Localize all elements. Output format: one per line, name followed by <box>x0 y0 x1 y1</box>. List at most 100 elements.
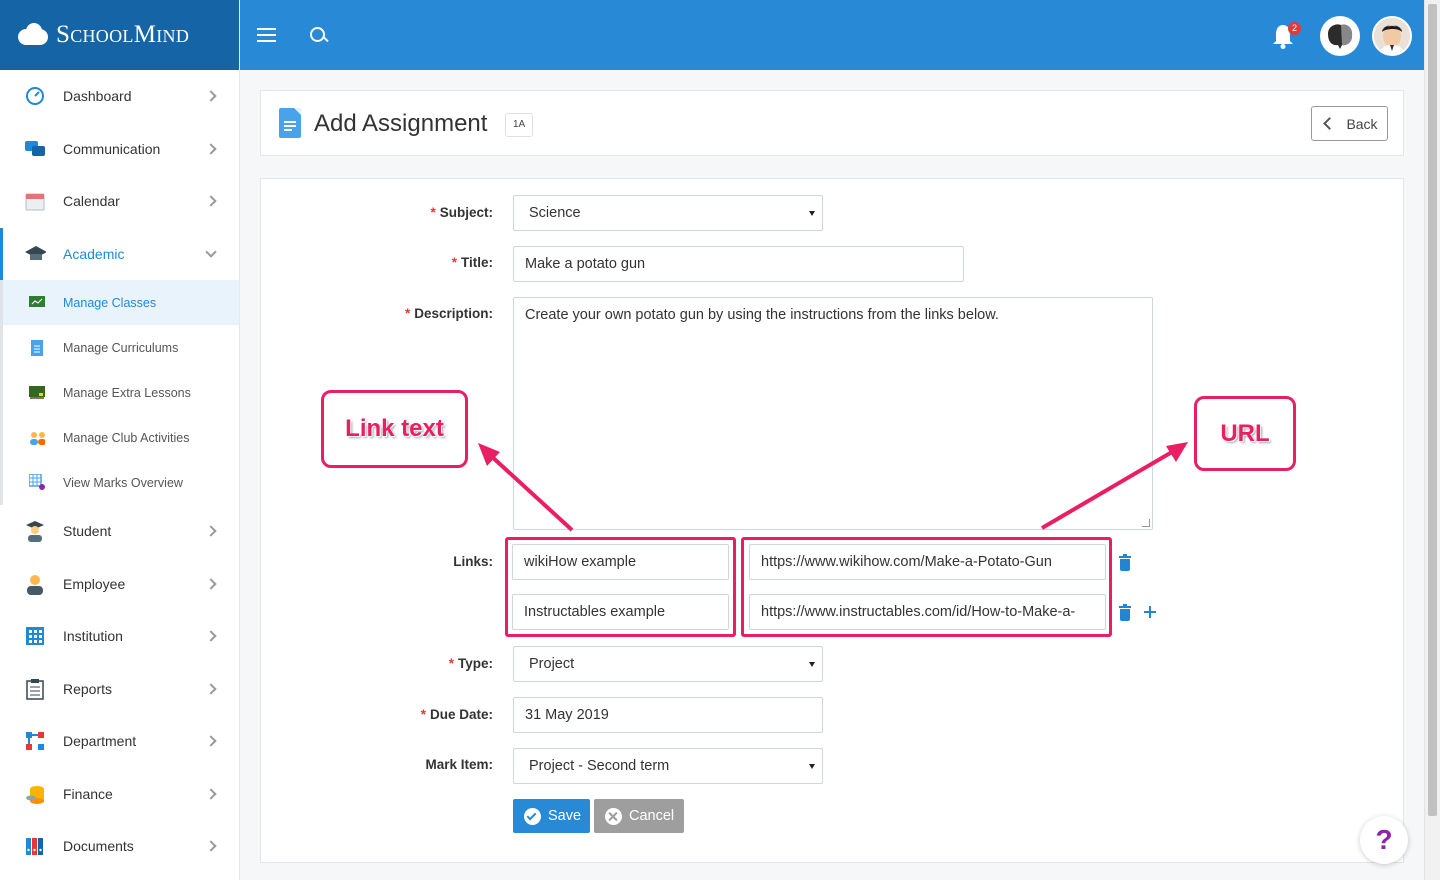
mark-item-select[interactable]: Project - Second term <box>513 748 823 784</box>
page-header: Add Assignment 1A Back <box>260 90 1404 156</box>
sidebar-subitem-view-marks-overview[interactable]: View Marks Overview <box>3 460 239 505</box>
link-text-input[interactable]: wikiHow example <box>512 544 729 580</box>
sidebar-subitem-manage-club-activities[interactable]: Manage Club Activities <box>3 415 239 460</box>
chevron-right-icon <box>205 788 217 800</box>
student-icon <box>24 520 46 543</box>
save-button-label: Save <box>548 808 582 824</box>
graduation-cap-icon <box>24 243 46 265</box>
sidebar-item-label: Dashboard <box>63 88 132 105</box>
sidebar-item-reports[interactable]: Reports <box>0 663 239 716</box>
notifications-bell-icon[interactable]: 2 <box>1270 22 1301 50</box>
sidebar-item-label: Institution <box>63 628 123 645</box>
grid-search-icon <box>29 474 45 491</box>
sidebar-item-label: Documents <box>63 838 134 855</box>
description-textarea[interactable]: Create your own potato gun by using the … <box>513 297 1153 530</box>
chevron-right-icon <box>205 735 217 747</box>
back-button-label: Back <box>1346 115 1378 132</box>
building-grid-icon <box>24 625 46 647</box>
chevron-right-icon <box>205 143 217 155</box>
close-circle-icon <box>605 807 622 825</box>
sidebar-item-label: Finance <box>63 785 113 802</box>
sidebar-item-label: Reports <box>63 680 113 697</box>
subject-label: * Subject: <box>430 205 493 220</box>
description-label: * Description: <box>404 306 493 321</box>
class-badge: 1A <box>505 113 534 137</box>
chevron-down-icon <box>205 246 217 258</box>
sidebar-item-label: Calendar <box>63 193 120 210</box>
back-button[interactable]: Back <box>1311 106 1388 141</box>
title-label: * Title: <box>451 255 493 270</box>
page-scrollbar[interactable] <box>1424 0 1440 880</box>
due-date-input[interactable]: 31 May 2019 <box>513 697 823 733</box>
type-select[interactable]: Project <box>513 646 823 682</box>
sidebar-subitem-manage-extra-lessons[interactable]: Manage Extra Lessons <box>3 370 239 415</box>
sidebar-item-label: Communication <box>63 140 161 157</box>
sidebar-subitem-label: Manage Curriculums <box>63 340 179 355</box>
sidebar-item-label: Academic <box>63 245 125 262</box>
document-list-icon <box>29 339 45 356</box>
chevron-right-icon <box>205 578 217 590</box>
subject-select[interactable]: Science <box>513 195 823 231</box>
link-text-input[interactable]: Instructables example <box>512 594 729 630</box>
sidebar-subitem-label: Manage Extra Lessons <box>63 385 191 400</box>
notification-count-badge: 2 <box>1288 22 1301 35</box>
assignment-form: * Subject: Science * Title: Make a potato … <box>260 178 1404 863</box>
page-title: Add Assignment <box>314 110 488 137</box>
scrollbar-thumb[interactable] <box>1428 4 1437 816</box>
top-bar: 2 <box>240 0 1424 70</box>
sidebar-subitem-manage-classes[interactable]: Manage Classes <box>3 280 239 325</box>
chevron-right-icon <box>205 630 217 642</box>
chat-bubbles-icon <box>24 138 46 160</box>
sidebar-item-institution[interactable]: Institution <box>0 610 239 663</box>
sidebar-item-student[interactable]: Student <box>0 505 239 558</box>
save-button[interactable]: Save <box>513 799 590 833</box>
group-people-icon <box>29 430 45 446</box>
link-url-input[interactable]: https://www.instructables.com/id/How-to-… <box>749 594 1106 630</box>
sidebar-item-label: Student <box>63 523 112 540</box>
sidebar-subitem-label: View Marks Overview <box>63 475 183 490</box>
search-icon[interactable] <box>310 27 328 45</box>
coins-icon <box>24 783 46 805</box>
delete-link-trash-icon[interactable] <box>1119 554 1131 571</box>
link-text-callout: Link text <box>321 390 468 468</box>
required-marker: * <box>451 255 457 270</box>
description-text: Create your own potato gun by using the … <box>525 307 999 323</box>
org-structure-icon <box>24 730 46 752</box>
dashboard-gauge-icon <box>24 85 46 107</box>
chevron-right-icon <box>205 840 217 852</box>
help-button[interactable]: ? <box>1360 816 1408 864</box>
sidebar: SchoolMind Dashboard Communication Calen… <box>0 0 240 880</box>
sidebar-item-documents[interactable]: Documents <box>0 820 239 873</box>
employee-icon <box>24 573 46 595</box>
sidebar-item-employee[interactable]: Employee <box>0 558 239 611</box>
delete-link-trash-icon[interactable] <box>1119 604 1131 621</box>
sidebar-item-academic[interactable]: Academic <box>0 227 239 280</box>
sidebar-item-department[interactable]: Department <box>0 715 239 768</box>
brand-logo[interactable]: SchoolMind <box>0 0 239 70</box>
school-avatar[interactable] <box>1320 16 1360 56</box>
sidebar-item-finance[interactable]: Finance <box>0 768 239 821</box>
calendar-icon <box>24 190 46 212</box>
cancel-button[interactable]: Cancel <box>594 799 684 833</box>
link-url-input[interactable]: https://www.wikihow.com/Make-a-Potato-Gu… <box>749 544 1106 580</box>
sidebar-item-dashboard[interactable]: Dashboard <box>0 70 239 123</box>
title-input[interactable]: Make a potato gun <box>513 246 964 282</box>
resize-handle[interactable] <box>1142 519 1150 527</box>
required-marker: * <box>430 205 436 220</box>
academic-submenu: Manage Classes Manage Curriculums Manage… <box>0 280 239 505</box>
cancel-button-label: Cancel <box>629 808 675 824</box>
user-profile-avatar[interactable] <box>1372 16 1412 56</box>
sidebar-item-calendar[interactable]: Calendar <box>0 175 239 228</box>
links-label: Links: <box>453 554 493 569</box>
check-circle-icon <box>524 807 541 825</box>
required-marker: * <box>420 707 426 722</box>
sidebar-subitem-manage-curriculums[interactable]: Manage Curriculums <box>3 325 239 370</box>
menu-hamburger-icon[interactable] <box>257 28 276 43</box>
chevron-left-icon <box>1323 117 1337 130</box>
type-label: * Type: <box>448 656 493 671</box>
sidebar-subitem-label: Manage Club Activities <box>63 430 190 445</box>
sidebar-item-communication[interactable]: Communication <box>0 123 239 176</box>
classroom-board-icon <box>29 295 45 311</box>
chevron-right-icon <box>205 683 217 695</box>
add-link-plus-icon[interactable] <box>1144 606 1156 618</box>
